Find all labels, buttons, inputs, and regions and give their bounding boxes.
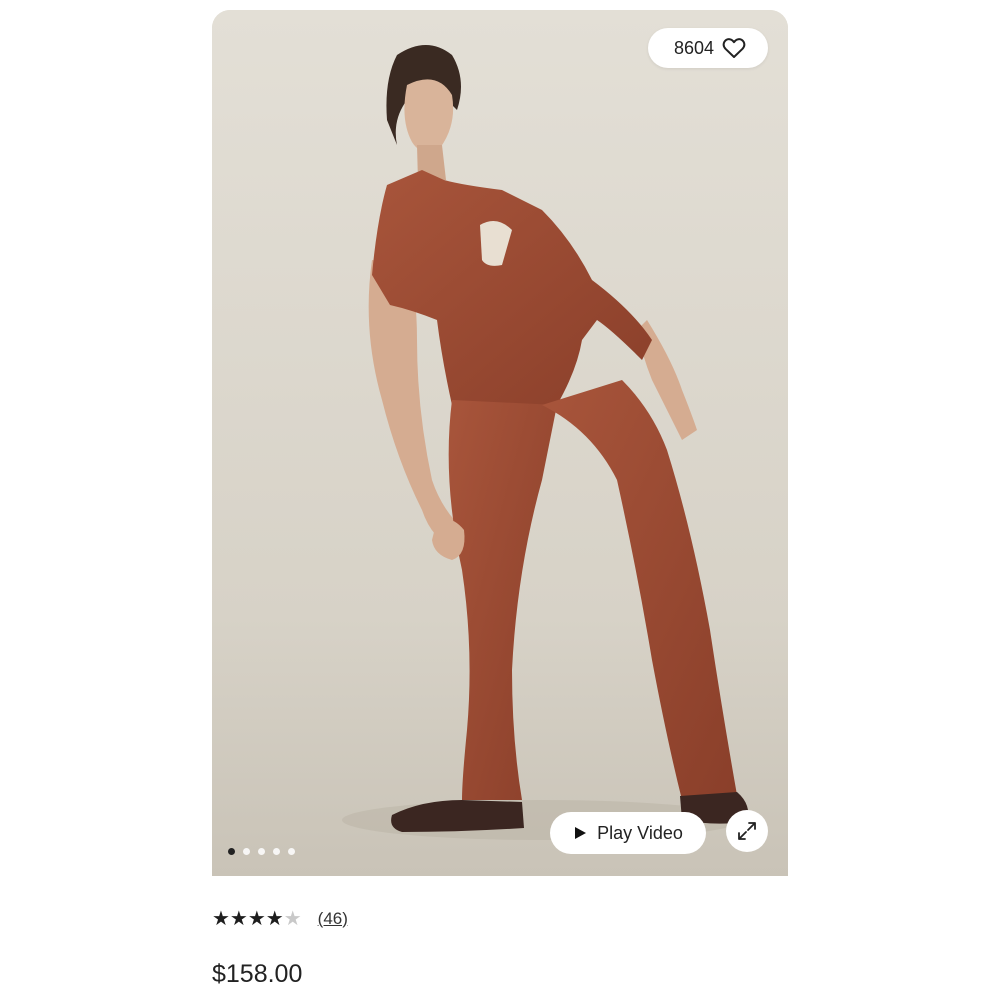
filled-stars: ★★★★: [212, 908, 284, 930]
rating[interactable]: ★★★★★ (46): [212, 906, 348, 931]
partial-star: ★: [283, 908, 302, 930]
star-rating: ★★★★★: [212, 906, 302, 931]
product-card: 8604 Play Video ★★★★★ (46) $158.00: [212, 10, 788, 1000]
product-image[interactable]: 8604 Play Video: [212, 10, 788, 876]
carousel-dots: [228, 848, 295, 855]
like-button[interactable]: 8604: [647, 28, 768, 68]
play-video-label: Play Video: [597, 822, 683, 843]
carousel-dot[interactable]: [273, 848, 280, 855]
review-count-link[interactable]: (46): [318, 909, 348, 929]
play-video-button[interactable]: Play Video: [550, 812, 706, 854]
like-count: 8604: [673, 37, 714, 58]
product-info: ★★★★★ (46) $158.00: [212, 876, 788, 1000]
carousel-dot[interactable]: [228, 848, 235, 855]
expand-button[interactable]: [726, 810, 768, 852]
product-photo: [212, 10, 788, 876]
carousel-dot[interactable]: [243, 848, 250, 855]
carousel-dot[interactable]: [288, 848, 295, 855]
product-price: $158.00: [212, 960, 303, 988]
play-icon: [575, 827, 587, 839]
expand-icon: [738, 822, 756, 840]
heart-icon: [722, 38, 746, 58]
carousel-dot[interactable]: [258, 848, 265, 855]
